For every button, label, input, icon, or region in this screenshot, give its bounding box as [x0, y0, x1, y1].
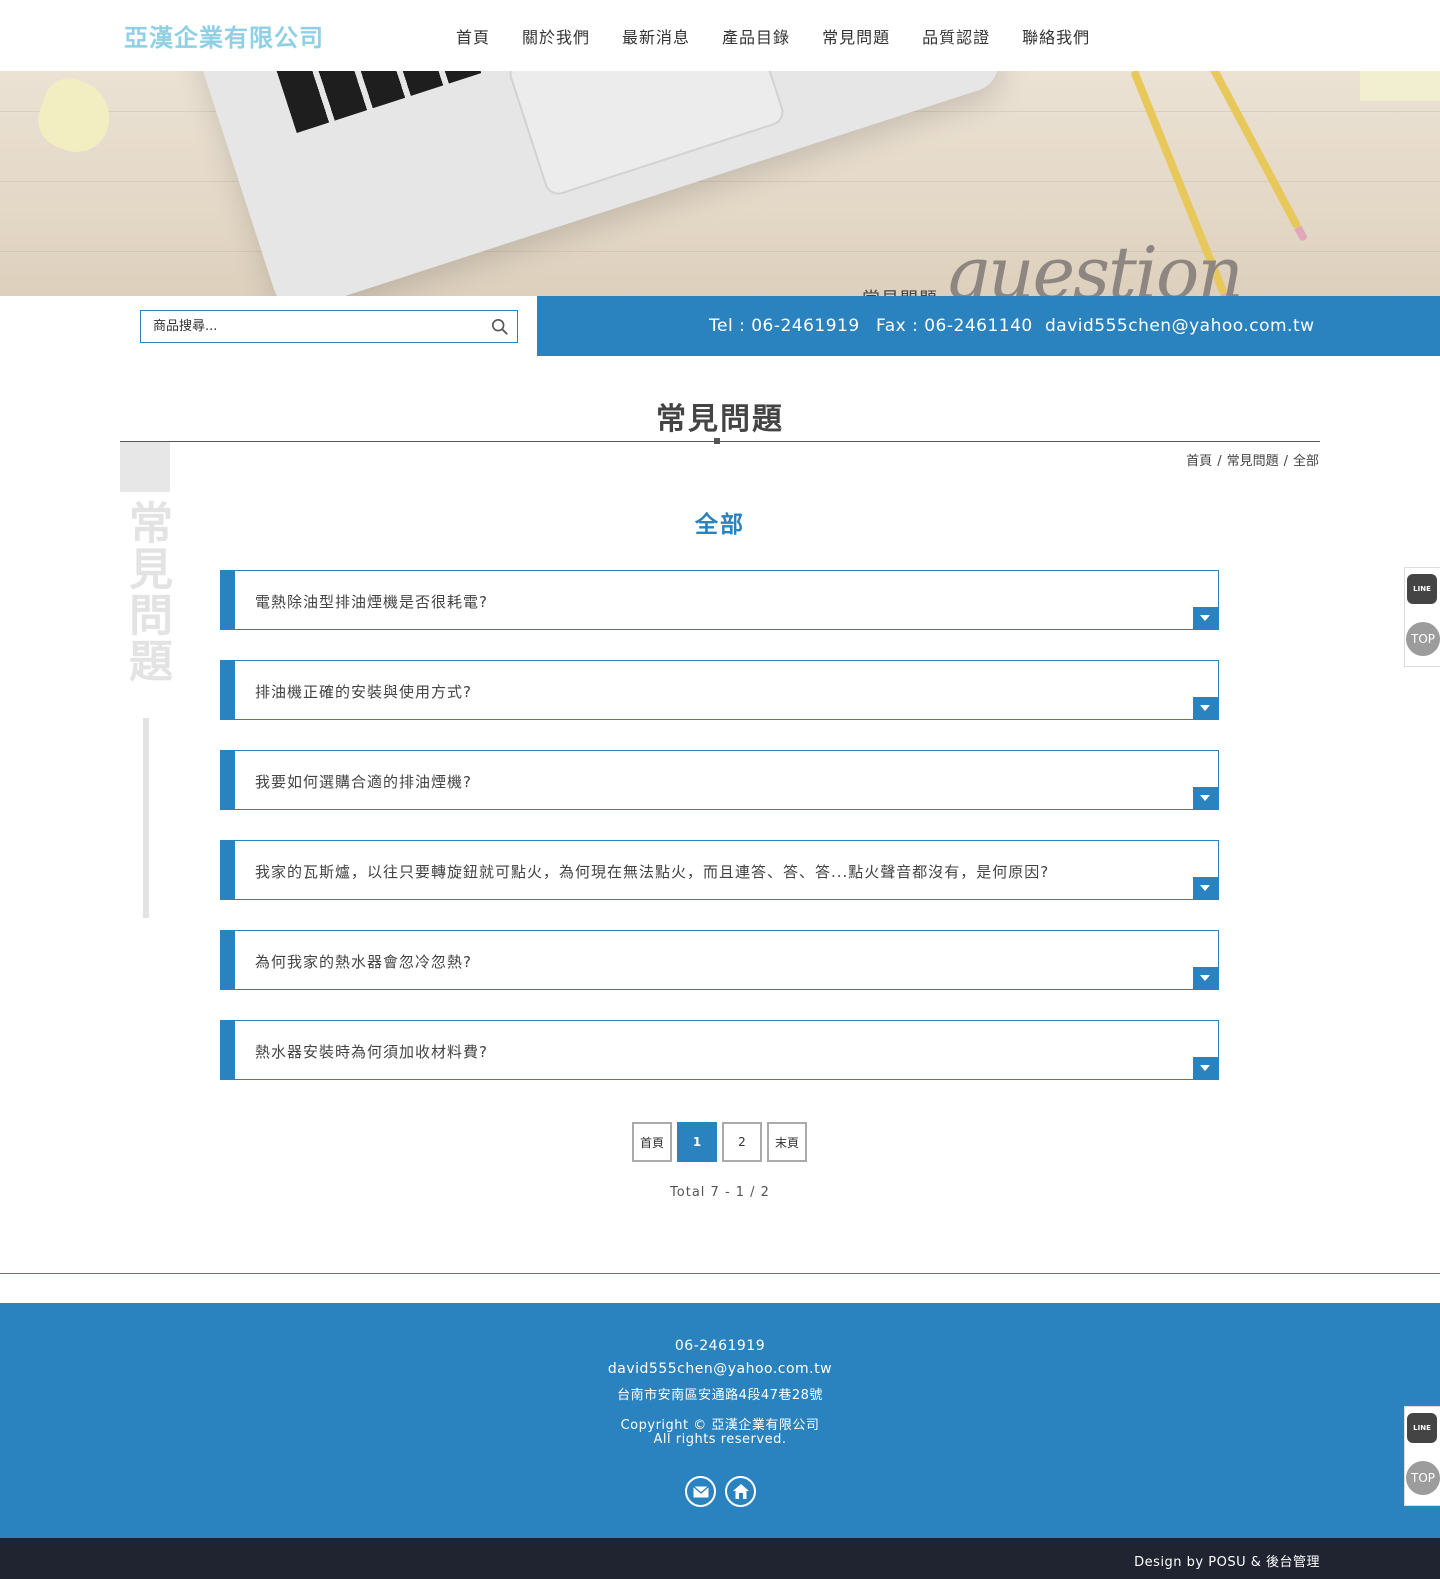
search-input[interactable] — [141, 311, 481, 342]
title-divider-dot — [714, 438, 720, 444]
chevron-down-icon[interactable] — [1193, 877, 1218, 899]
contact-email[interactable]: david555chen@yahoo.com.tw — [1045, 316, 1315, 336]
laptop-image — [190, 71, 1006, 296]
page-first-button[interactable]: 首頁 — [632, 1122, 672, 1162]
breadcrumb-all[interactable]: 全部 — [1293, 454, 1319, 469]
footer-rights: All rights reserved. — [653, 1432, 787, 1447]
site-header: 亞漢企業有限公司 首頁 關於我們 最新消息 產品目錄 常見問題 品質認證 聯絡我… — [0, 0, 1440, 71]
nav-news[interactable]: 最新消息 — [622, 24, 690, 48]
faq-question: 電熱除油型排油煙機是否很耗電? — [255, 593, 488, 611]
title-divider — [120, 441, 1320, 442]
main-nav: 首頁 關於我們 最新消息 產品目錄 常見問題 品質認證 聯絡我們 — [440, 0, 1106, 71]
product-search — [140, 310, 518, 343]
nav-contact[interactable]: 聯絡我們 — [1022, 24, 1090, 48]
chevron-down-icon[interactable] — [1193, 697, 1218, 719]
mail-icon[interactable] — [685, 1476, 716, 1507]
design-credit[interactable]: Design by POSU & 後台管理 — [1134, 1551, 1320, 1570]
page-banner: 常見問題 question — [0, 71, 1440, 296]
breadcrumb-faq[interactable]: 常見問題 — [1227, 454, 1279, 469]
footer-copyright: Copyright © 亞漢企業有限公司 — [620, 1418, 820, 1433]
floating-widget: LINE TOP — [1404, 1406, 1440, 1506]
sticky-note-image — [1360, 71, 1440, 101]
faq-item[interactable]: 排油機正確的安裝與使用方式? — [220, 660, 1219, 720]
page-1-button[interactable]: 1 — [677, 1122, 717, 1162]
mail-icon-glyph — [692, 1485, 709, 1497]
pagination: 首頁 1 2 末頁 — [632, 1122, 812, 1162]
faq-question: 我家的瓦斯爐，以往只要轉旋鈕就可點火，為何現在無法點火，而且連答、答、答...點… — [255, 863, 1050, 881]
footer-address: 台南市安南區安通路4段47巷28號 — [617, 1388, 823, 1403]
bottom-bar: Design by POSU & 後台管理 — [0, 1538, 1440, 1579]
faq-item[interactable]: 我要如何選購合適的排油煙機? — [220, 750, 1219, 810]
side-label-block — [120, 442, 170, 492]
faq-question: 為何我家的熱水器會忽冷忽熱? — [255, 953, 472, 971]
chevron-down-icon[interactable] — [1193, 1057, 1218, 1079]
site-logo[interactable]: 亞漢企業有限公司 — [124, 18, 324, 53]
page-2-button[interactable]: 2 — [722, 1122, 762, 1162]
line-icon[interactable]: LINE — [1407, 1413, 1437, 1443]
faq-item[interactable]: 電熱除油型排油煙機是否很耗電? — [220, 570, 1219, 630]
faq-question: 熱水器安裝時為何須加收材料費? — [255, 1043, 488, 1061]
line-icon[interactable]: LINE — [1407, 574, 1437, 604]
nav-faq[interactable]: 常見問題 — [822, 24, 890, 48]
site-footer: 06-2461919 david555chen@yahoo.com.tw 台南市… — [0, 1303, 1440, 1538]
laptop-trackpad — [505, 71, 788, 199]
wood-grain — [0, 181, 1440, 182]
footer-divider — [0, 1273, 1440, 1274]
breadcrumb-home[interactable]: 首頁 — [1186, 454, 1212, 469]
chevron-down-icon[interactable] — [1193, 787, 1218, 809]
footer-email[interactable]: david555chen@yahoo.com.tw — [0, 1361, 1440, 1377]
faq-item[interactable]: 我家的瓦斯爐，以往只要轉旋鈕就可點火，為何現在無法點火，而且連答、答、答...點… — [220, 840, 1219, 900]
faq-item[interactable]: 熱水器安裝時為何須加收材料費? — [220, 1020, 1219, 1080]
nav-products[interactable]: 產品目錄 — [722, 24, 790, 48]
floating-widget: LINE TOP — [1404, 567, 1440, 667]
chevron-down-icon[interactable] — [1193, 607, 1218, 629]
breadcrumb: 首頁 / 常見問題 / 全部 — [1186, 450, 1319, 469]
chevron-down-icon[interactable] — [1193, 967, 1218, 989]
faq-item[interactable]: 為何我家的熱水器會忽冷忽熱? — [220, 930, 1219, 990]
home-icon-glyph — [732, 1484, 749, 1499]
breadcrumb-separator: / — [1217, 454, 1222, 469]
side-label-line — [143, 718, 149, 918]
breadcrumb-separator: / — [1283, 454, 1288, 469]
faq-question: 排油機正確的安裝與使用方式? — [255, 683, 472, 701]
page-last-button[interactable]: 末頁 — [767, 1122, 807, 1162]
faq-question: 我要如何選購合適的排油煙機? — [255, 773, 472, 791]
pencil-eraser — [1294, 225, 1308, 242]
nav-home[interactable]: 首頁 — [456, 24, 490, 48]
back-to-top-button[interactable]: TOP — [1406, 622, 1440, 656]
nav-about[interactable]: 關於我們 — [522, 24, 590, 48]
paper-ball-image — [30, 71, 120, 161]
contact-tel: Tel : 06-2461919 — [709, 316, 860, 336]
page-title: 常見問題 — [656, 402, 784, 437]
nav-certification[interactable]: 品質認證 — [922, 24, 990, 48]
back-to-top-button[interactable]: TOP — [1406, 1461, 1440, 1495]
pencil-image — [1200, 71, 1308, 242]
footer-phone: 06-2461919 — [674, 1338, 766, 1354]
contact-bar: Tel : 06-2461919 Fax : 06-2461140 david5… — [537, 296, 1440, 356]
category-title: 全部 — [695, 512, 745, 538]
contact-fax: Fax : 06-2461140 — [876, 316, 1033, 336]
banner-title-zh: 常見問題 — [862, 285, 938, 296]
pagination-total: Total 7 - 1 / 2 — [670, 1185, 770, 1200]
banner-title-en: question — [944, 231, 1244, 296]
search-icon[interactable] — [491, 318, 509, 336]
home-icon[interactable] — [725, 1476, 756, 1507]
